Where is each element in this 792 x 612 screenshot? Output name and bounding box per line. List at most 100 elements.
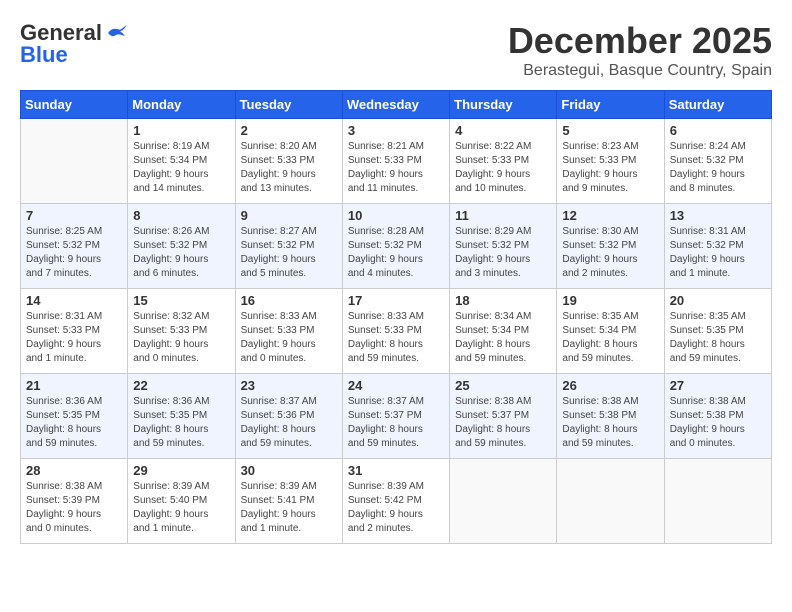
day-info: Sunrise: 8:19 AM Sunset: 5:34 PM Dayligh… — [133, 140, 229, 196]
logo-bird-icon — [104, 23, 128, 43]
calendar-cell: 5 Sunrise: 8:23 AM Sunset: 5:33 PM Daylig… — [557, 119, 664, 204]
calendar-cell: 18 Sunrise: 8:34 AM Sunset: 5:34 PM Dayli… — [450, 289, 557, 374]
day-number: 14 — [26, 293, 122, 308]
day-info: Sunrise: 8:27 AM Sunset: 5:32 PM Dayligh… — [241, 225, 337, 281]
calendar-cell: 20Sunrise: 8:35 AM Sunset: 5:35 PM Dayli… — [664, 289, 771, 374]
day-number: 16 — [241, 293, 337, 308]
day-info: Sunrise: 8:38 AM Sunset: 5:38 PM Dayligh… — [670, 395, 766, 451]
day-number: 7 — [26, 208, 122, 223]
day-info: Sunrise: 8:39 AM Sunset: 5:42 PM Dayligh… — [348, 480, 444, 536]
calendar-cell: 24 Sunrise: 8:37 AM Sunset: 5:37 PM Dayli… — [342, 374, 449, 459]
day-number: 9 — [241, 208, 337, 223]
day-number: 29 — [133, 463, 229, 478]
calendar-cell: 15Sunrise: 8:32 AM Sunset: 5:33 PM Dayli… — [128, 289, 235, 374]
day-info: Sunrise: 8:39 AM Sunset: 5:40 PM Dayligh… — [133, 480, 229, 536]
day-info: Sunrise: 8:20 AM Sunset: 5:33 PM Dayligh… — [241, 140, 337, 196]
calendar-cell: 12Sunrise: 8:30 AM Sunset: 5:32 PM Dayli… — [557, 204, 664, 289]
day-number: 21 — [26, 378, 122, 393]
day-number: 6 — [670, 123, 766, 138]
day-number: 19 — [562, 293, 658, 308]
header-friday: Friday — [557, 91, 664, 119]
calendar-week-row: 21 Sunrise: 8:36 AM Sunset: 5:35 PM Dayli… — [21, 374, 772, 459]
day-number: 30 — [241, 463, 337, 478]
day-number: 17 — [348, 293, 444, 308]
header-saturday: Saturday — [664, 91, 771, 119]
day-info: Sunrise: 8:31 AM Sunset: 5:33 PM Dayligh… — [26, 310, 122, 366]
day-number: 4 — [455, 123, 551, 138]
calendar-table: Sunday Monday Tuesday Wednesday Thursday… — [20, 90, 772, 544]
day-info: Sunrise: 8:21 AM Sunset: 5:33 PM Dayligh… — [348, 140, 444, 196]
calendar-cell: 11 Sunrise: 8:29 AM Sunset: 5:32 PM Dayli… — [450, 204, 557, 289]
day-number: 23 — [241, 378, 337, 393]
calendar-week-row: 14 Sunrise: 8:31 AM Sunset: 5:33 PM Dayli… — [21, 289, 772, 374]
calendar-week-row: 28 Sunrise: 8:38 AM Sunset: 5:39 PM Dayli… — [21, 459, 772, 544]
day-info: Sunrise: 8:31 AM Sunset: 5:32 PM Dayligh… — [670, 225, 766, 281]
day-number: 24 — [348, 378, 444, 393]
day-info: Sunrise: 8:32 AM Sunset: 5:33 PM Dayligh… — [133, 310, 229, 366]
day-number: 13 — [670, 208, 766, 223]
day-number: 20 — [670, 293, 766, 308]
calendar-header-row: Sunday Monday Tuesday Wednesday Thursday… — [21, 91, 772, 119]
day-info: Sunrise: 8:28 AM Sunset: 5:32 PM Dayligh… — [348, 225, 444, 281]
calendar-cell: 19 Sunrise: 8:35 AM Sunset: 5:34 PM Dayli… — [557, 289, 664, 374]
location-subtitle: Berastegui, Basque Country, Spain — [508, 62, 772, 80]
day-number: 5 — [562, 123, 658, 138]
calendar-cell: 25 Sunrise: 8:38 AM Sunset: 5:37 PM Dayli… — [450, 374, 557, 459]
calendar-cell: 17 Sunrise: 8:33 AM Sunset: 5:33 PM Dayli… — [342, 289, 449, 374]
day-info: Sunrise: 8:33 AM Sunset: 5:33 PM Dayligh… — [348, 310, 444, 366]
day-number: 2 — [241, 123, 337, 138]
day-number: 27 — [670, 378, 766, 393]
header-thursday: Thursday — [450, 91, 557, 119]
calendar-cell — [21, 119, 128, 204]
calendar-cell: 22 Sunrise: 8:36 AM Sunset: 5:35 PM Dayli… — [128, 374, 235, 459]
logo-blue-text: Blue — [20, 42, 68, 68]
day-info: Sunrise: 8:34 AM Sunset: 5:34 PM Dayligh… — [455, 310, 551, 366]
day-number: 1 — [133, 123, 229, 138]
calendar-cell: 9 Sunrise: 8:27 AM Sunset: 5:32 PM Daylig… — [235, 204, 342, 289]
calendar-cell — [557, 459, 664, 544]
day-number: 28 — [26, 463, 122, 478]
calendar-cell: 30 Sunrise: 8:39 AM Sunset: 5:41 PM Dayli… — [235, 459, 342, 544]
calendar-cell: 28 Sunrise: 8:38 AM Sunset: 5:39 PM Dayli… — [21, 459, 128, 544]
page-header: General Blue December 2025 Berastegui, B… — [20, 20, 772, 80]
day-number: 10 — [348, 208, 444, 223]
day-info: Sunrise: 8:26 AM Sunset: 5:32 PM Dayligh… — [133, 225, 229, 281]
day-info: Sunrise: 8:35 AM Sunset: 5:34 PM Dayligh… — [562, 310, 658, 366]
day-info: Sunrise: 8:36 AM Sunset: 5:35 PM Dayligh… — [26, 395, 122, 451]
day-number: 31 — [348, 463, 444, 478]
day-info: Sunrise: 8:22 AM Sunset: 5:33 PM Dayligh… — [455, 140, 551, 196]
day-info: Sunrise: 8:29 AM Sunset: 5:32 PM Dayligh… — [455, 225, 551, 281]
day-number: 11 — [455, 208, 551, 223]
day-number: 3 — [348, 123, 444, 138]
day-info: Sunrise: 8:33 AM Sunset: 5:33 PM Dayligh… — [241, 310, 337, 366]
day-info: Sunrise: 8:24 AM Sunset: 5:32 PM Dayligh… — [670, 140, 766, 196]
calendar-cell: 16 Sunrise: 8:33 AM Sunset: 5:33 PM Dayli… — [235, 289, 342, 374]
day-number: 26 — [562, 378, 658, 393]
calendar-cell: 8 Sunrise: 8:26 AM Sunset: 5:32 PM Daylig… — [128, 204, 235, 289]
calendar-cell: 14 Sunrise: 8:31 AM Sunset: 5:33 PM Dayli… — [21, 289, 128, 374]
day-info: Sunrise: 8:38 AM Sunset: 5:38 PM Dayligh… — [562, 395, 658, 451]
day-info: Sunrise: 8:23 AM Sunset: 5:33 PM Dayligh… — [562, 140, 658, 196]
day-number: 22 — [133, 378, 229, 393]
day-info: Sunrise: 8:38 AM Sunset: 5:37 PM Dayligh… — [455, 395, 551, 451]
day-number: 25 — [455, 378, 551, 393]
day-number: 8 — [133, 208, 229, 223]
calendar-cell: 6 Sunrise: 8:24 AM Sunset: 5:32 PM Daylig… — [664, 119, 771, 204]
day-number: 18 — [455, 293, 551, 308]
calendar-cell: 31 Sunrise: 8:39 AM Sunset: 5:42 PM Dayli… — [342, 459, 449, 544]
calendar-cell: 21 Sunrise: 8:36 AM Sunset: 5:35 PM Dayli… — [21, 374, 128, 459]
calendar-cell: 29 Sunrise: 8:39 AM Sunset: 5:40 PM Dayli… — [128, 459, 235, 544]
calendar-cell: 13 Sunrise: 8:31 AM Sunset: 5:32 PM Dayli… — [664, 204, 771, 289]
calendar-cell: 26 Sunrise: 8:38 AM Sunset: 5:38 PM Dayli… — [557, 374, 664, 459]
day-info: Sunrise: 8:36 AM Sunset: 5:35 PM Dayligh… — [133, 395, 229, 451]
header-sunday: Sunday — [21, 91, 128, 119]
day-info: Sunrise: 8:38 AM Sunset: 5:39 PM Dayligh… — [26, 480, 122, 536]
calendar-cell: 27 Sunrise: 8:38 AM Sunset: 5:38 PM Dayli… — [664, 374, 771, 459]
title-block: December 2025 Berastegui, Basque Country… — [508, 20, 772, 80]
calendar-cell — [664, 459, 771, 544]
day-info: Sunrise: 8:37 AM Sunset: 5:37 PM Dayligh… — [348, 395, 444, 451]
day-info: Sunrise: 8:39 AM Sunset: 5:41 PM Dayligh… — [241, 480, 337, 536]
calendar-cell: 3 Sunrise: 8:21 AM Sunset: 5:33 PM Daylig… — [342, 119, 449, 204]
header-monday: Monday — [128, 91, 235, 119]
calendar-cell — [450, 459, 557, 544]
